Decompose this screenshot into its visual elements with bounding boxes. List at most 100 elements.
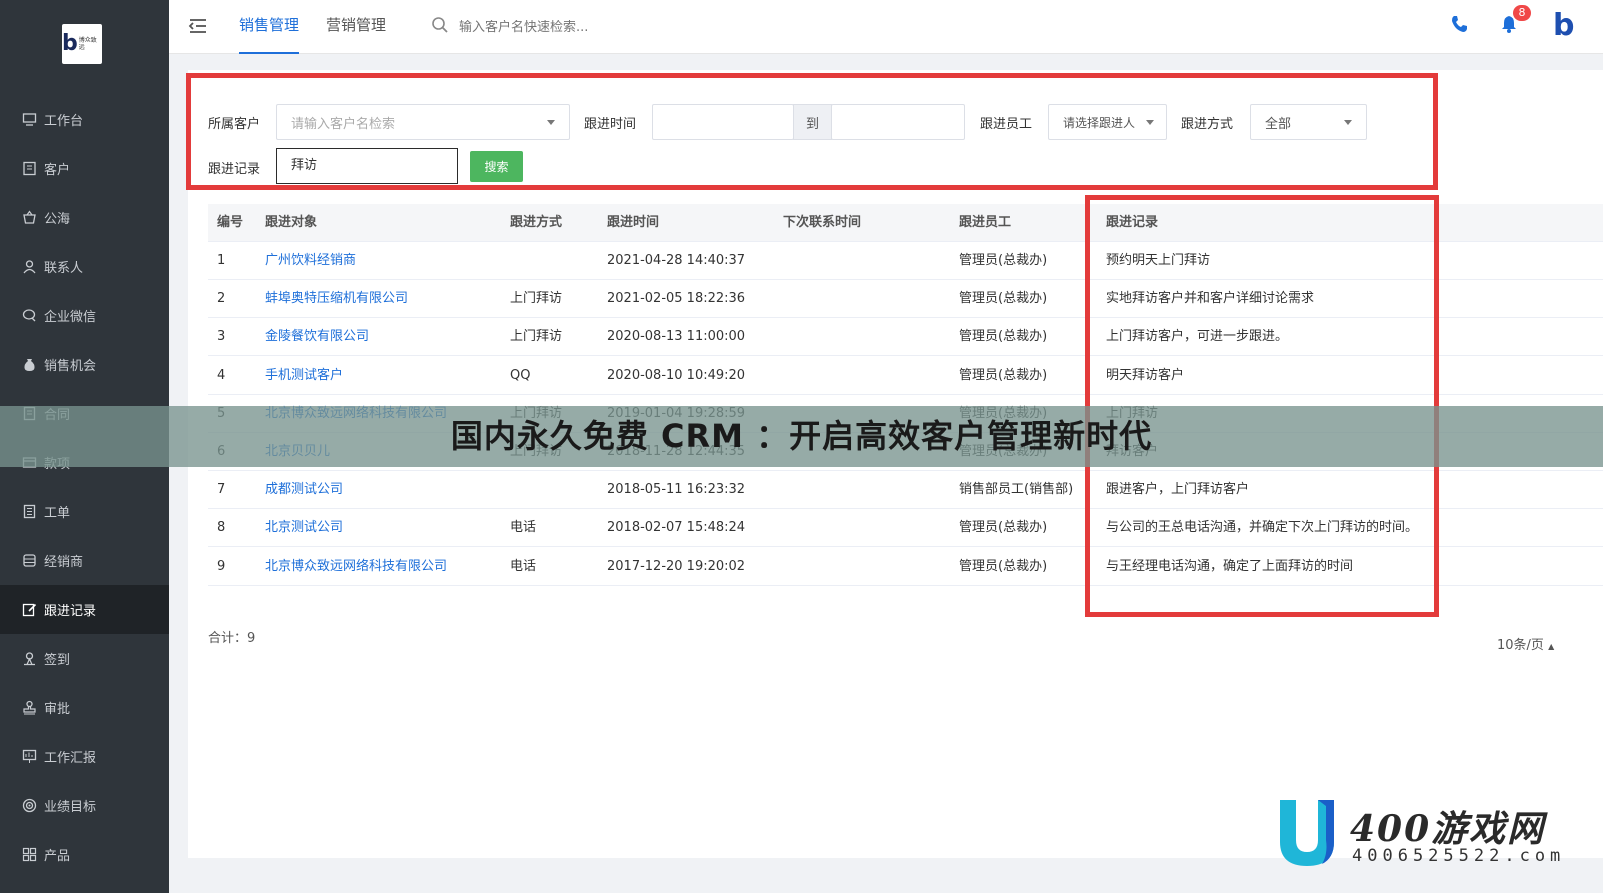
cell-follow-method: 上门拜访 xyxy=(510,291,563,307)
sidebar-item-13[interactable]: 工作汇报 xyxy=(0,732,169,781)
phone-icon[interactable] xyxy=(1449,14,1471,36)
building-icon xyxy=(21,161,37,177)
edit-icon xyxy=(21,602,37,618)
watermark-phone: 4006525522.com xyxy=(1352,846,1566,866)
caret-up-icon: ▲ xyxy=(1548,642,1555,651)
cell-row-number: 7 xyxy=(217,482,226,498)
cell-follow-staff: 管理员(总裁办) xyxy=(959,329,1048,345)
sidebar-item-14[interactable]: 业绩目标 xyxy=(0,781,169,830)
sidebar-menu: 工作台客户公海联系人企业微信销售机会合同款项工单经销商跟进记录签到审批工作汇报业… xyxy=(0,95,169,879)
pin-icon xyxy=(21,651,37,667)
page-size-label: 10条/页 xyxy=(1497,638,1544,653)
sidebar-item-15[interactable]: 产品 xyxy=(0,830,169,879)
sidebar-item-label: 企业微信 xyxy=(44,310,97,325)
sidebar-item-label: 销售机会 xyxy=(44,359,97,374)
app-logo[interactable]: b 博众致远 xyxy=(62,24,102,64)
notification-badge: 8 xyxy=(1513,5,1531,21)
cell-row-number: 3 xyxy=(217,329,226,345)
sidebar-item-12[interactable]: 审批 xyxy=(0,683,169,732)
tab-sales-management[interactable]: 销售管理 xyxy=(239,0,300,54)
stamp-icon xyxy=(21,700,37,716)
tab-marketing-management[interactable]: 营销管理 xyxy=(326,0,386,54)
sidebar-item-1[interactable]: 客户 xyxy=(0,144,169,193)
sidebar-item-4[interactable]: 企业微信 xyxy=(0,291,169,340)
watermark-name: 400游戏网 xyxy=(1350,808,1546,850)
cell-follow-target[interactable]: 蚌埠奥特压缩机有限公司 xyxy=(265,280,408,318)
search-icon[interactable] xyxy=(431,16,449,38)
cell-row-number: 2 xyxy=(217,291,226,307)
sidebar-item-8[interactable]: 工单 xyxy=(0,487,169,536)
watermark-logo-icon xyxy=(1276,796,1338,870)
cell-follow-target[interactable]: 金陵餐饮有限公司 xyxy=(265,318,369,356)
header-next-contact-time[interactable]: 下次联系时间 xyxy=(783,204,861,242)
target-icon xyxy=(21,798,37,814)
header-follow-staff[interactable]: 跟进员工 xyxy=(959,204,1011,242)
logo-text: 博众致远 xyxy=(78,37,97,51)
sidebar-item-label: 工作台 xyxy=(44,114,84,129)
header-follow-time[interactable]: 跟进时间 xyxy=(607,204,659,242)
header-follow-method[interactable]: 跟进方式 xyxy=(510,204,562,242)
cell-follow-staff: 管理员(总裁办) xyxy=(959,253,1048,268)
sidebar-item-label: 经销商 xyxy=(44,555,84,570)
sidebar-item-5[interactable]: 销售机会 xyxy=(0,340,169,389)
chat-icon xyxy=(21,308,37,324)
cell-follow-target[interactable]: 广州饮料经销商 xyxy=(265,242,356,280)
cell-follow-time: 2018-02-07 15:48:24 xyxy=(607,520,746,536)
sidebar-item-11[interactable]: 签到 xyxy=(0,634,169,683)
person-icon xyxy=(21,259,37,275)
cell-follow-time: 2018-05-11 16:23:32 xyxy=(607,482,746,498)
cell-row-number: 9 xyxy=(217,558,226,574)
sidebar-item-label: 业绩目标 xyxy=(44,800,97,815)
monitor-icon xyxy=(21,112,37,128)
total-count: 合计：9 xyxy=(208,631,256,646)
cell-follow-time: 2021-04-28 14:40:37 xyxy=(607,253,746,268)
brand-mark: b xyxy=(1553,8,1575,43)
sidebar-item-label: 审批 xyxy=(44,702,71,717)
cell-follow-method: 电话 xyxy=(510,520,537,536)
cell-follow-method: 上门拜访 xyxy=(510,329,563,345)
sidebar-item-label: 产品 xyxy=(44,849,71,864)
money-bag-icon xyxy=(21,357,37,373)
cell-follow-method: QQ xyxy=(510,367,531,383)
page-size-select[interactable]: 10条/页 ▲ xyxy=(1497,634,1554,653)
collapse-menu-icon[interactable] xyxy=(187,15,209,37)
cell-follow-staff: 销售部员工(销售部) xyxy=(959,482,1074,498)
sidebar-item-label: 工作汇报 xyxy=(44,751,97,766)
cell-row-number: 1 xyxy=(217,253,226,268)
ticket-icon xyxy=(21,504,37,520)
cell-follow-target[interactable]: 手机测试客户 xyxy=(265,357,343,395)
header-follow-target[interactable]: 跟进对象 xyxy=(265,204,317,242)
sidebar-item-0[interactable]: 工作台 xyxy=(0,95,169,144)
report-icon xyxy=(21,749,37,765)
banner-title: 国内永久免费 CRM ：开启高效客户管理新时代 xyxy=(450,417,1153,455)
cell-follow-staff: 管理员(总裁办) xyxy=(959,367,1048,383)
grid-icon xyxy=(21,847,37,863)
sidebar-item-10[interactable]: 跟进记录 xyxy=(0,585,169,634)
cell-follow-time: 2017-12-20 19:20:02 xyxy=(607,558,746,574)
filter-highlight-box xyxy=(186,73,1438,190)
cell-follow-staff: 管理员(总裁办) xyxy=(959,520,1048,536)
cell-row-number: 8 xyxy=(217,520,226,536)
cell-follow-time: 2020-08-13 11:00:00 xyxy=(607,329,746,345)
cell-row-number: 4 xyxy=(217,367,226,383)
cell-follow-method: 电话 xyxy=(510,558,537,574)
cell-follow-target[interactable]: 北京测试公司 xyxy=(265,509,343,547)
cell-follow-time: 2020-08-10 10:49:20 xyxy=(607,367,746,383)
basket-icon xyxy=(21,210,37,226)
sidebar-item-label: 工单 xyxy=(44,506,71,521)
quick-search-input[interactable] xyxy=(459,19,679,35)
sidebar-item-9[interactable]: 经销商 xyxy=(0,536,169,585)
cell-follow-target[interactable]: 成都测试公司 xyxy=(265,471,343,509)
store-icon xyxy=(21,553,37,569)
sidebar-item-label: 签到 xyxy=(44,653,71,668)
sidebar-item-label: 跟进记录 xyxy=(44,604,97,619)
sidebar-item-label: 联系人 xyxy=(44,261,84,276)
sidebar-item-label: 客户 xyxy=(44,163,71,178)
sidebar-item-2[interactable]: 公海 xyxy=(0,193,169,242)
sidebar-item-3[interactable]: 联系人 xyxy=(0,242,169,291)
quick-search xyxy=(431,14,691,40)
header-row-number[interactable]: 编号 xyxy=(217,204,243,242)
cell-follow-target[interactable]: 北京博众致远网络科技有限公司 xyxy=(265,548,447,586)
sidebar-item-label: 公海 xyxy=(44,212,71,227)
cell-follow-staff: 管理员(总裁办) xyxy=(959,291,1048,307)
